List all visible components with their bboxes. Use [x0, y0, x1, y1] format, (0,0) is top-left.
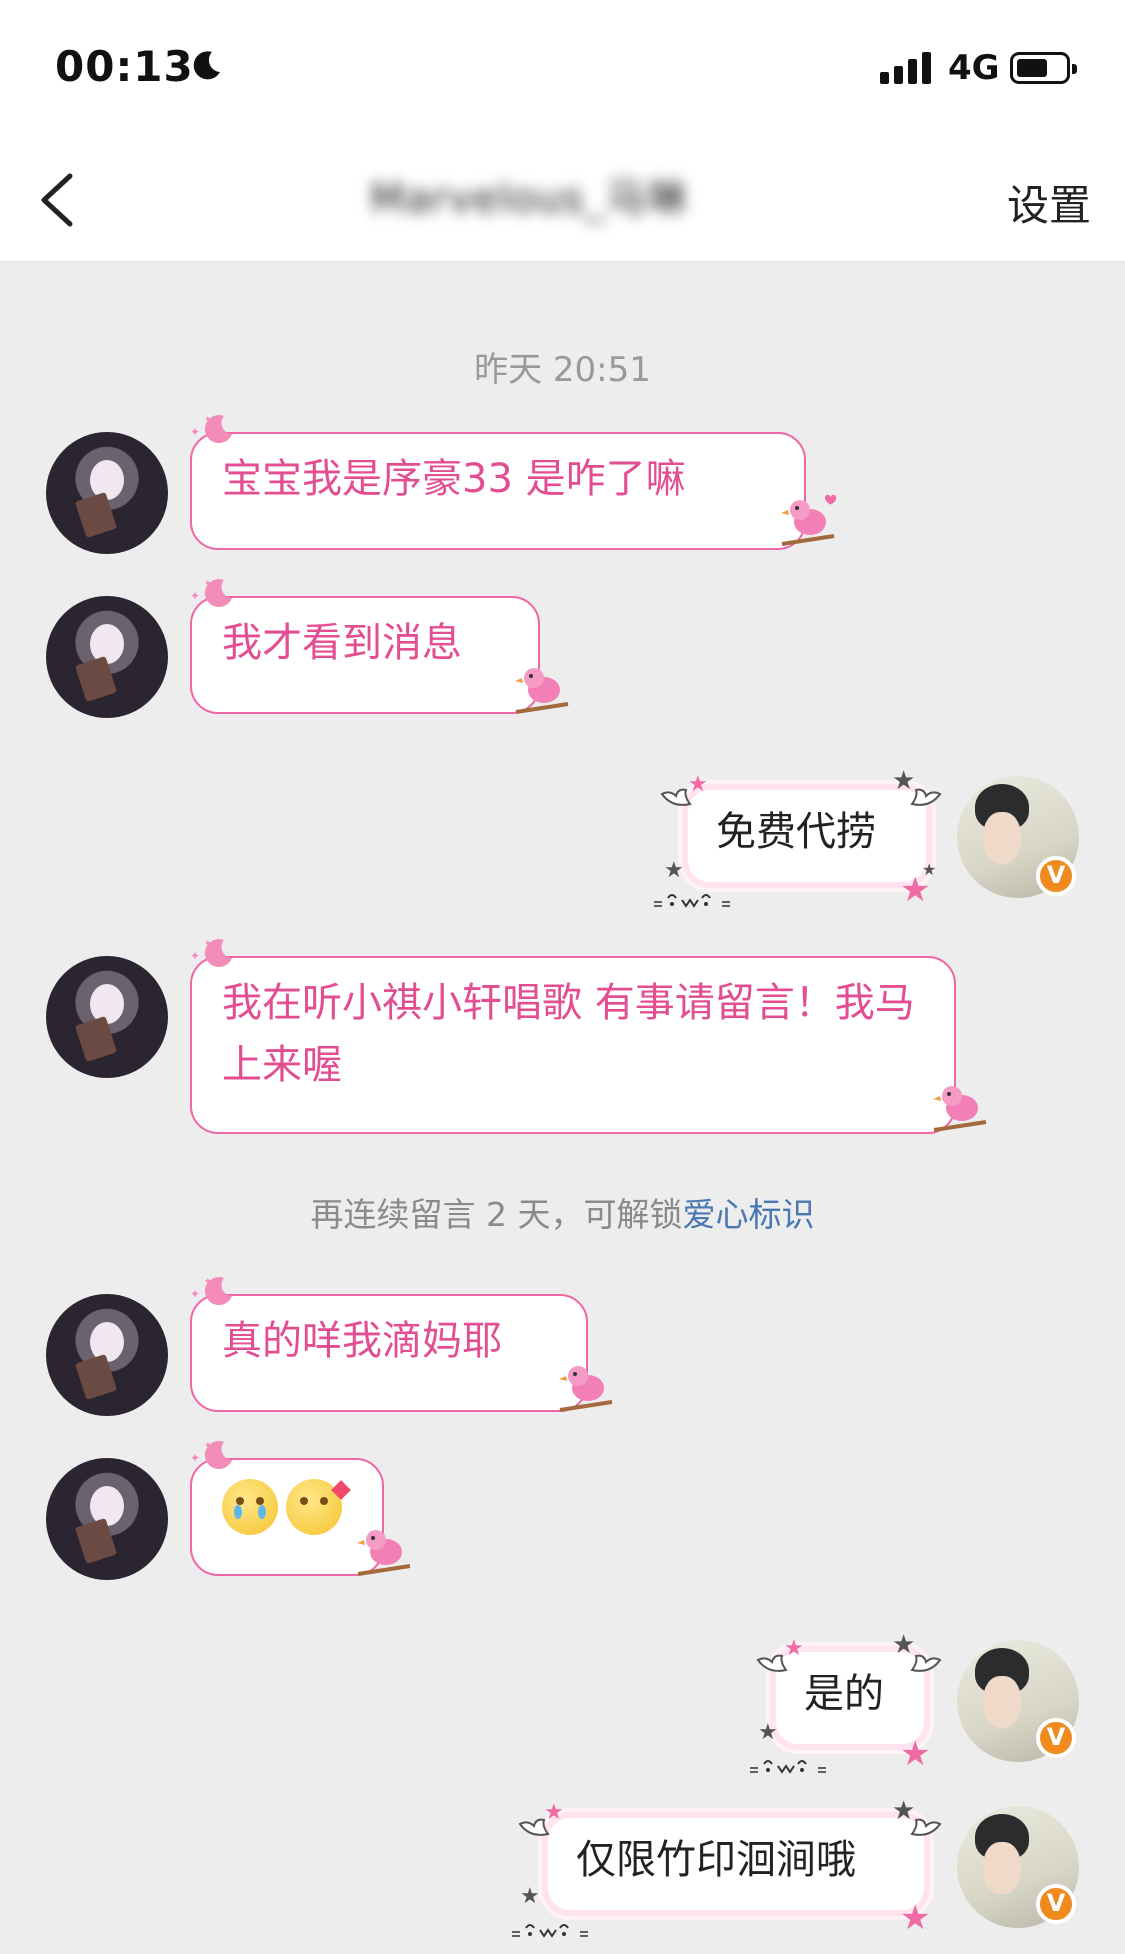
chat-title: Marvelous_马琳 — [370, 176, 688, 222]
message-bubble[interactable]: ✦ ✦ 我在听小祺小轩唱歌 有事请留言！我马上来喔 — [190, 939, 956, 1134]
kaomoji-decoration — [654, 894, 730, 908]
crescent-moon-icon: ✦✦ — [190, 579, 232, 608]
verified-badge: V — [1036, 1718, 1076, 1758]
message-text: 是的 — [804, 1671, 884, 1717]
svg-text:✦: ✦ — [204, 1277, 212, 1287]
avatar[interactable] — [46, 432, 168, 554]
verified-badge: V — [1036, 856, 1076, 896]
pink-bird-icon — [515, 668, 569, 714]
chevron-left-icon[interactable] — [32, 170, 82, 230]
svg-text:✦: ✦ — [190, 1451, 200, 1465]
heart-badge-link[interactable]: 爱心标识 — [682, 1195, 814, 1234]
gray-star-icon: ★ — [922, 860, 937, 879]
message-timestamp: 昨天 20:51 — [474, 350, 651, 390]
pink-bird-icon — [933, 1086, 987, 1132]
svg-text:✦: ✦ — [190, 589, 200, 603]
message-bubble[interactable]: ✦ ✦ 我才看到消息 — [190, 579, 540, 714]
pink-bird-icon — [781, 494, 837, 546]
avatar[interactable] — [46, 1294, 168, 1416]
message-bubble[interactable]: 是的 — [776, 1652, 924, 1744]
gray-star-icon: ★ — [892, 1630, 916, 1660]
avatar[interactable] — [46, 1458, 168, 1580]
svg-text:✦: ✦ — [190, 949, 200, 963]
crescent-moon-icon: ✦✦ — [190, 939, 232, 968]
message-text: 我才看到消息 — [222, 620, 462, 666]
svg-text:✦: ✦ — [190, 1287, 200, 1301]
svg-text:✦: ✦ — [204, 579, 212, 589]
streak-notice: 再连续留言 2 天，可解锁爱心标识 — [0, 1188, 1125, 1236]
battery-icon — [1010, 52, 1077, 84]
gray-star-icon: ★ — [892, 1796, 916, 1826]
pink-star-icon: ★ — [784, 1636, 804, 1661]
streak-notice-text: 再连续留言 2 天，可解锁 — [310, 1195, 683, 1234]
gray-star-icon: ★ — [520, 1884, 540, 1909]
crescent-moon-icon: ✦✦ — [190, 1441, 232, 1470]
pink-bird-icon — [559, 1366, 613, 1412]
pink-star-icon: ★ — [544, 1800, 564, 1825]
message-text: 真的咩我滴妈耶 — [222, 1318, 502, 1364]
crescent-moon-icon: ✦✦ — [190, 415, 232, 444]
moon-icon — [193, 51, 220, 80]
message-bubble[interactable]: ✦ ✦ 真的咩我滴妈耶 — [190, 1277, 588, 1412]
crescent-moon-icon: ✦✦ — [190, 1277, 232, 1306]
svg-text:✦: ✦ — [190, 425, 200, 439]
message-bubble[interactable]: 免费代捞 — [688, 790, 926, 882]
avatar[interactable] — [46, 956, 168, 1078]
svg-text:✦: ✦ — [204, 1441, 212, 1451]
pink-bird-icon — [357, 1530, 411, 1576]
message-text: 仅限竹印洄涧哦 — [576, 1837, 856, 1883]
avatar[interactable] — [46, 596, 168, 718]
status-bar: 00:13 4G — [0, 0, 1125, 130]
crying-emoji-icon — [222, 1479, 278, 1535]
kaomoji-decoration — [512, 1924, 588, 1938]
settings-button[interactable]: 设置 — [1007, 172, 1091, 233]
pink-star-icon: ★ — [688, 772, 708, 797]
status-time: 00:13 — [55, 42, 194, 91]
message-bubble[interactable]: ✦ ✦ 宝宝我是序豪33 是咋了嘛 — [190, 415, 806, 550]
message-text: 宝宝我是序豪33 是咋了嘛 — [222, 456, 686, 502]
message-text: 我在听小祺小轩唱歌 有事请留言！我马上来喔 — [222, 980, 915, 1088]
message-bubble[interactable]: 仅限竹印洄涧哦 — [548, 1818, 924, 1910]
kaomoji-decoration — [750, 1760, 826, 1774]
svg-text:✦: ✦ — [204, 939, 212, 949]
gray-star-icon: ★ — [758, 1720, 778, 1745]
svg-text:✦: ✦ — [204, 415, 212, 425]
chat-header: Marvelous_马琳 设置 — [0, 130, 1125, 262]
pink-star-icon: ★ — [900, 1898, 931, 1938]
gray-star-icon: ★ — [664, 858, 684, 883]
signal-icon — [880, 52, 931, 84]
verified-badge: V — [1036, 1884, 1076, 1924]
pink-star-icon: ★ — [900, 1734, 931, 1774]
message-text: 免费代捞 — [716, 809, 876, 855]
gray-star-icon: ★ — [892, 766, 916, 796]
heart-eyes-emoji-icon — [286, 1479, 351, 1535]
network-label: 4G — [948, 48, 1000, 88]
